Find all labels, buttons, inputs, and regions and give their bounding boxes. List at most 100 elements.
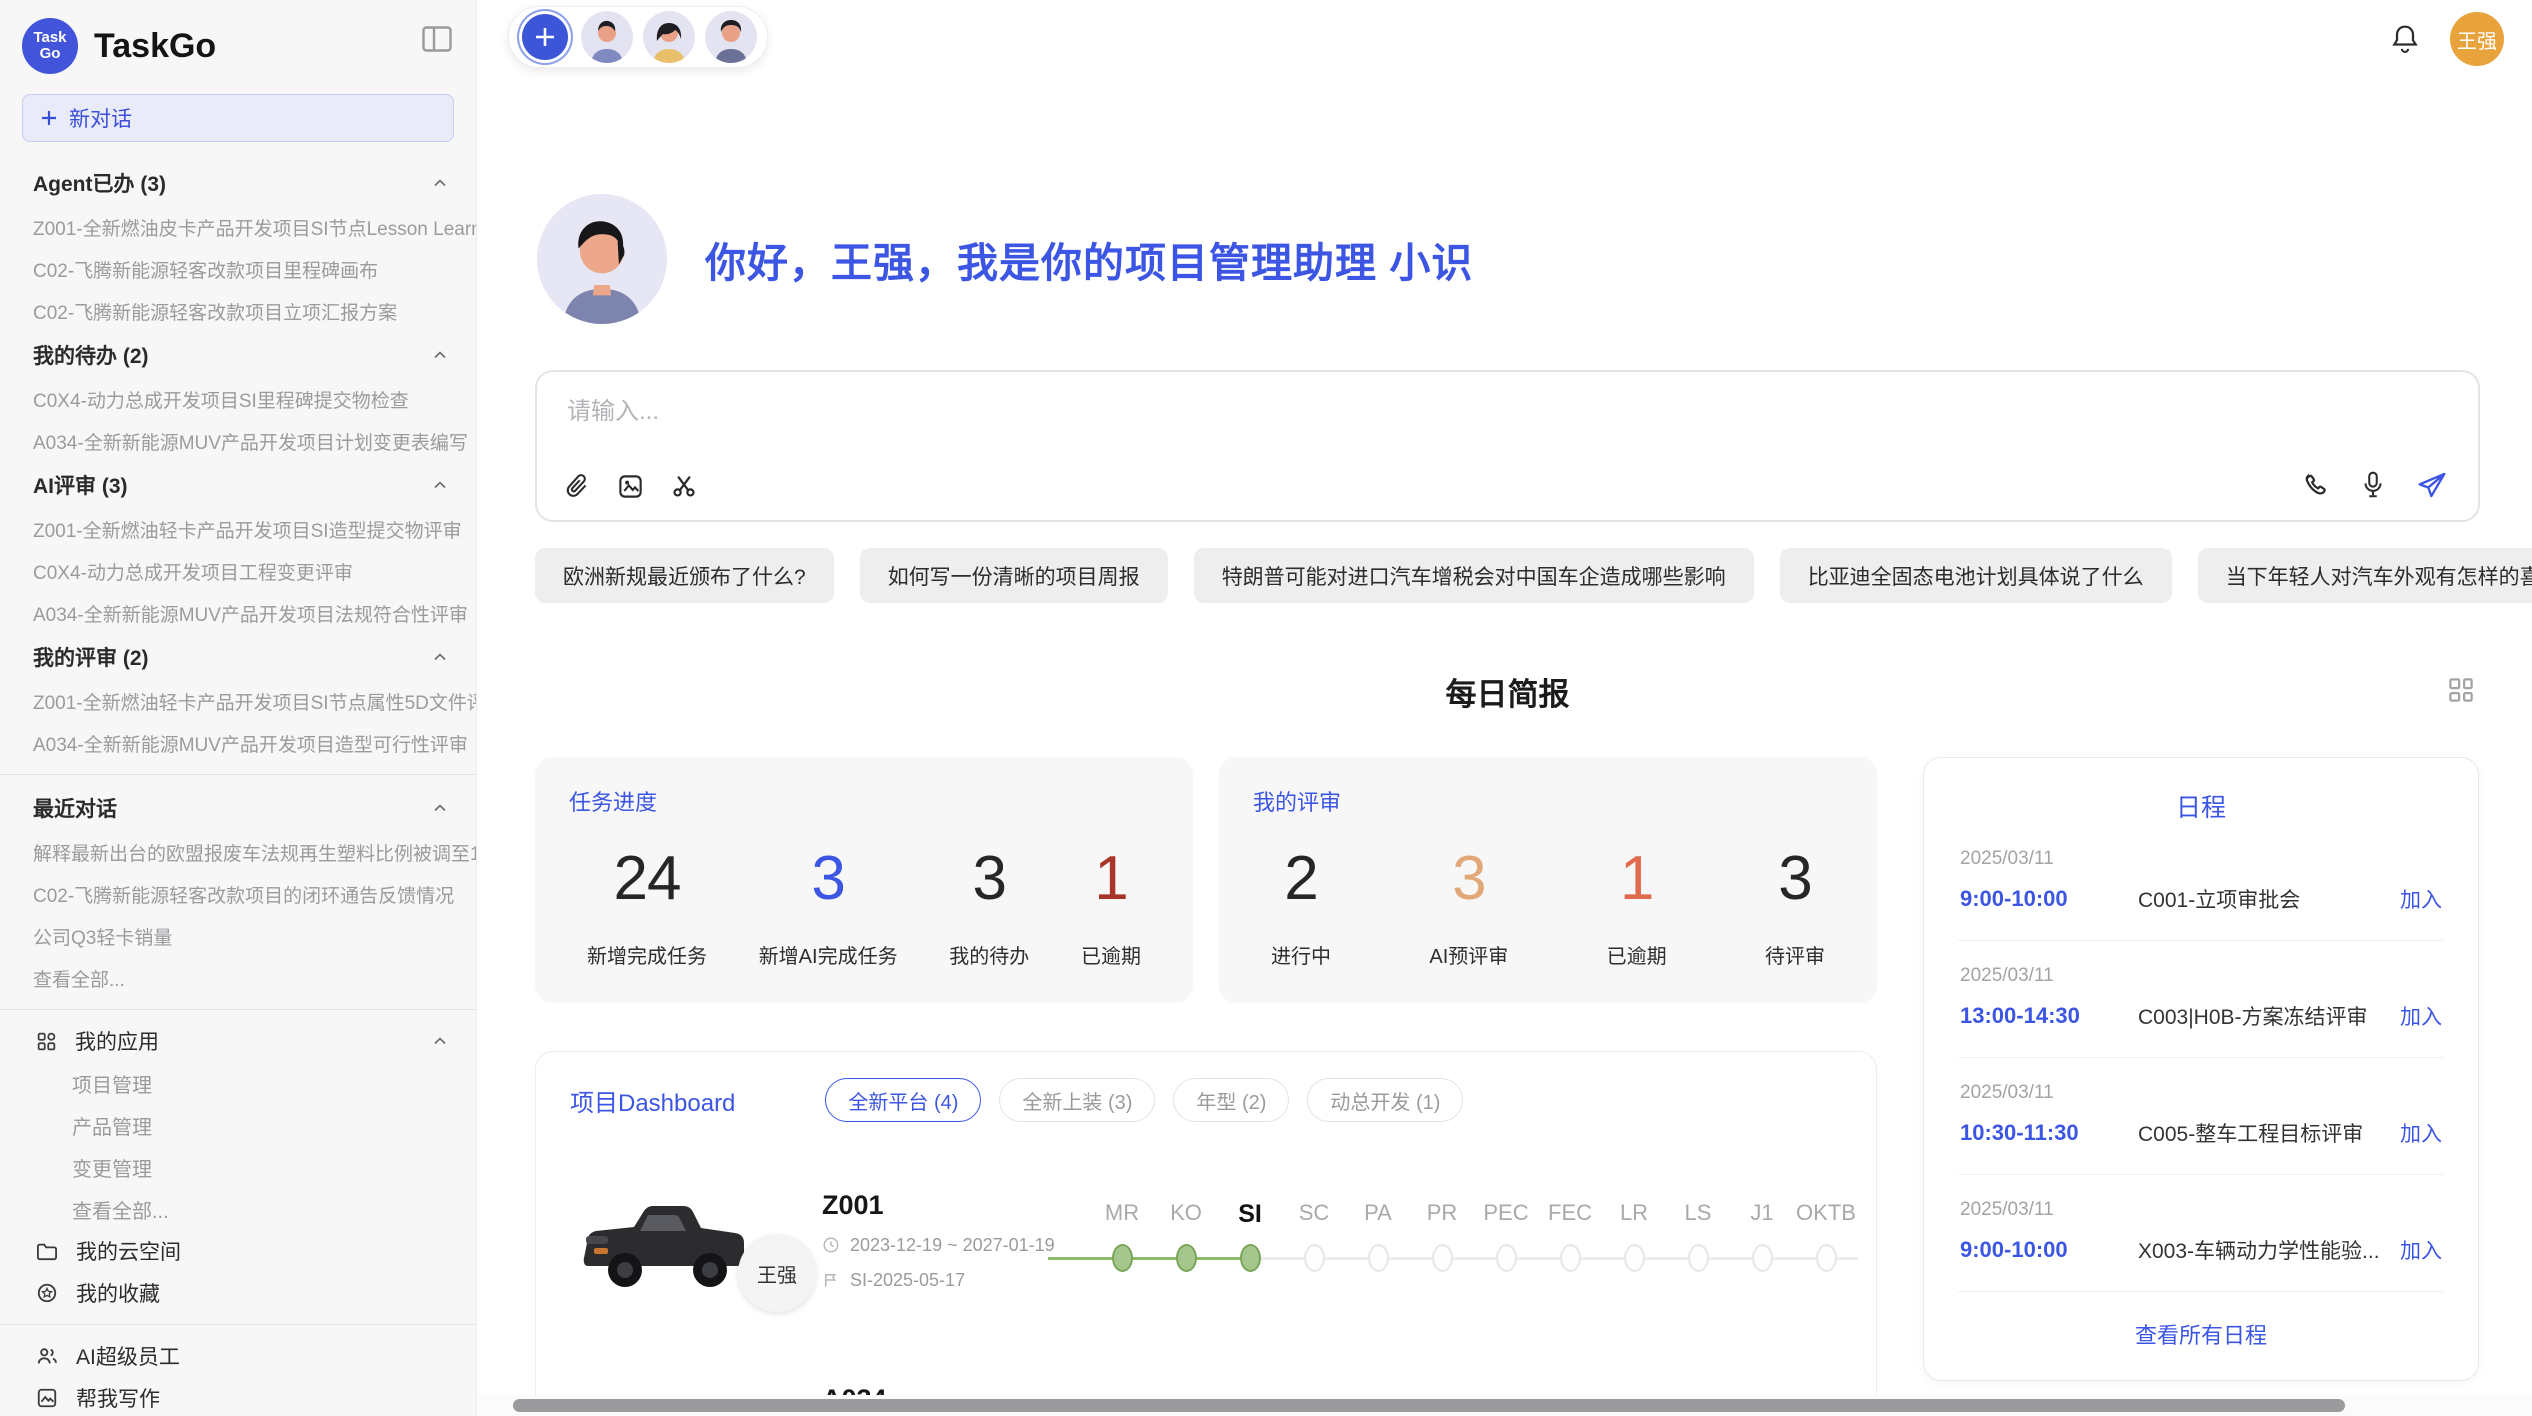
schedule-time: 9:00-10:00: [1960, 886, 2138, 912]
sidebar-section-agent-done[interactable]: Agent已办 (3): [0, 160, 476, 206]
sidebar-task-item[interactable]: C02-飞腾新能源轻客改款项目立项汇报方案: [0, 290, 476, 332]
milestone-node[interactable]: [1240, 1244, 1261, 1272]
tab-powertrain[interactable]: 动总开发 (1): [1307, 1078, 1463, 1122]
plus-icon: [532, 24, 558, 50]
recent-view-all[interactable]: 查看全部...: [0, 957, 476, 999]
tab-all-new-platform[interactable]: 全新平台 (4): [825, 1078, 981, 1122]
sidebar-task-item[interactable]: C0X4-动力总成开发项目SI里程碑提交物检查: [0, 378, 476, 420]
horizontal-scrollbar-track[interactable]: [477, 1395, 2532, 1416]
section-title: Agent已办 (3): [33, 168, 166, 198]
avatar[interactable]: [643, 11, 695, 63]
sidebar-item-my-apps[interactable]: 我的应用: [0, 1020, 476, 1062]
bell-icon[interactable]: [2390, 23, 2420, 55]
add-agent-button[interactable]: [519, 11, 571, 63]
stat: 3 我的待办: [949, 843, 1029, 969]
card-title: 我的评审: [1253, 785, 1843, 817]
join-link[interactable]: 加入: [2400, 884, 2442, 914]
view-all-schedule-link[interactable]: 查看所有日程: [1958, 1292, 2444, 1356]
section-title: AI评审 (3): [33, 470, 128, 500]
recent-chat-item[interactable]: C02-飞腾新能源轻客改款项目的闭环通告反馈情况: [0, 873, 476, 915]
milestone-node[interactable]: [1816, 1244, 1837, 1272]
suggestion-chip[interactable]: 如何写一份清晰的项目周报: [860, 548, 1168, 603]
layout-grid-icon[interactable]: [2446, 675, 2476, 705]
sidebar-task-item[interactable]: C0X4-动力总成开发项目工程变更评审: [0, 550, 476, 592]
image-icon[interactable]: [617, 473, 644, 500]
sidebar-task-item[interactable]: A034-全新新能源MUV产品开发项目计划变更表编写: [0, 420, 476, 462]
left-column: 任务进度 24 新增完成任务 3 新增AI完成任务 3: [535, 757, 1877, 1416]
sidebar-item-cloud-space[interactable]: 我的云空间: [0, 1230, 476, 1272]
milestone-node[interactable]: [1112, 1244, 1133, 1272]
greeting-block: 你好，王强，我是你的项目管理助理 小识: [537, 194, 2480, 324]
project-row[interactable]: 王强 Z001 2023-12-19 ~ 2027-01-19 SI-2025-…: [570, 1164, 1842, 1316]
user-avatar[interactable]: 王强: [2450, 12, 2504, 66]
sidebar-section-ai-review[interactable]: AI评审 (3): [0, 462, 476, 508]
suggestion-chip[interactable]: 当下年轻人对汽车外观有怎样的喜好趋势: [2198, 548, 2532, 603]
chevron-up-icon[interactable]: [430, 345, 450, 365]
sidebar-task-item[interactable]: Z001-全新燃油轻卡产品开发项目SI造型提交物评审: [0, 508, 476, 550]
sidebar-task-item[interactable]: Z001-全新燃油轻卡产品开发项目SI节点属性5D文件评审: [0, 680, 476, 722]
my-review-card: 我的评审 2 进行中 3 AI预评审 1: [1219, 757, 1877, 1003]
tab-all-new-body[interactable]: 全新上装 (3): [999, 1078, 1155, 1122]
milestone-node[interactable]: [1624, 1244, 1645, 1272]
sidebar-task-item[interactable]: C02-飞腾新能源轻客改款项目里程碑画布: [0, 248, 476, 290]
section-title: 我的评审 (2): [33, 642, 149, 672]
new-chat-button[interactable]: 新对话: [22, 94, 454, 142]
sidebar-task-item[interactable]: A034-全新新能源MUV产品开发项目造型可行性评审: [0, 722, 476, 764]
schedule-title: 日程: [1958, 788, 2444, 824]
project-owner-badge: 王强: [738, 1234, 816, 1312]
recent-chat-item[interactable]: 解释最新出台的欧盟报废车法规再生塑料比例被调至15%...: [0, 831, 476, 873]
send-icon[interactable]: [2416, 470, 2448, 500]
suggestion-chip[interactable]: 比亚迪全固态电池计划具体说了什么: [1780, 548, 2172, 603]
horizontal-scrollbar[interactable]: [513, 1399, 2345, 1412]
chevron-up-icon[interactable]: [430, 1031, 450, 1051]
join-link[interactable]: 加入: [2400, 1118, 2442, 1148]
milestone-node[interactable]: [1368, 1244, 1389, 1272]
sidebar-section-my-review[interactable]: 我的评审 (2): [0, 634, 476, 680]
chevron-up-icon[interactable]: [430, 647, 450, 667]
microphone-icon[interactable]: [2360, 470, 2386, 500]
sidebar-collapse-icon[interactable]: [422, 26, 452, 52]
recent-chat-item[interactable]: 公司Q3轻卡销量: [0, 915, 476, 957]
plus-icon: [39, 108, 59, 128]
chevron-up-icon[interactable]: [430, 475, 450, 495]
stats-row: 任务进度 24 新增完成任务 3 新增AI完成任务 3: [535, 757, 1877, 1003]
sidebar-item-help-write[interactable]: 帮我写作: [0, 1377, 476, 1416]
stat: 1 已逾期: [1607, 843, 1667, 969]
sidebar-item-change-mgmt[interactable]: 变更管理: [0, 1146, 476, 1188]
sidebar-item-product-mgmt[interactable]: 产品管理: [0, 1104, 476, 1146]
avatar[interactable]: [705, 11, 757, 63]
message-input[interactable]: [567, 398, 1884, 426]
chevron-up-icon[interactable]: [430, 798, 450, 818]
sidebar-item-project-mgmt[interactable]: 项目管理: [0, 1062, 476, 1104]
apps-view-all[interactable]: 查看全部...: [0, 1188, 476, 1230]
milestone-node[interactable]: [1176, 1244, 1197, 1272]
suggestion-chip[interactable]: 欧洲新规最近颁布了什么?: [535, 548, 834, 603]
message-composer: [535, 370, 2480, 522]
chevron-up-icon[interactable]: [430, 173, 450, 193]
milestone-node[interactable]: [1560, 1244, 1581, 1272]
suggestion-chip[interactable]: 特朗普可能对进口汽车增税会对中国车企造成哪些影响: [1194, 548, 1754, 603]
sidebar-task-item[interactable]: Z001-全新燃油皮卡产品开发项目SI节点Lesson Learn报告: [0, 206, 476, 248]
milestone-node[interactable]: [1752, 1244, 1773, 1272]
sidebar-section-my-todo[interactable]: 我的待办 (2): [0, 332, 476, 378]
phone-icon[interactable]: [2302, 471, 2330, 499]
join-link[interactable]: 加入: [2400, 1001, 2442, 1031]
milestone-node[interactable]: [1432, 1244, 1453, 1272]
avatar[interactable]: [581, 11, 633, 63]
topbar: 王强: [477, 0, 2532, 72]
sidebar-section-recent[interactable]: 最近对话: [0, 785, 476, 831]
sidebar-item-ai-staff[interactable]: AI超级员工: [0, 1335, 476, 1377]
paperclip-icon[interactable]: [565, 472, 591, 500]
sidebar-item-favorites[interactable]: 我的收藏: [0, 1272, 476, 1314]
join-link[interactable]: 加入: [2400, 1235, 2442, 1265]
milestone-node[interactable]: [1496, 1244, 1517, 1272]
grid-icon: [36, 1031, 57, 1052]
milestone-line-done: [1048, 1257, 1250, 1260]
milestone-node[interactable]: [1304, 1244, 1325, 1272]
stat: 1 已逾期: [1081, 843, 1141, 969]
greeting-text: 你好，王强，我是你的项目管理助理 小识: [705, 229, 1473, 289]
sidebar-task-item[interactable]: A034-全新新能源MUV产品开发项目法规符合性评审: [0, 592, 476, 634]
milestone-node[interactable]: [1688, 1244, 1709, 1272]
scissors-icon[interactable]: [670, 472, 698, 500]
tab-model-year[interactable]: 年型 (2): [1173, 1078, 1289, 1122]
